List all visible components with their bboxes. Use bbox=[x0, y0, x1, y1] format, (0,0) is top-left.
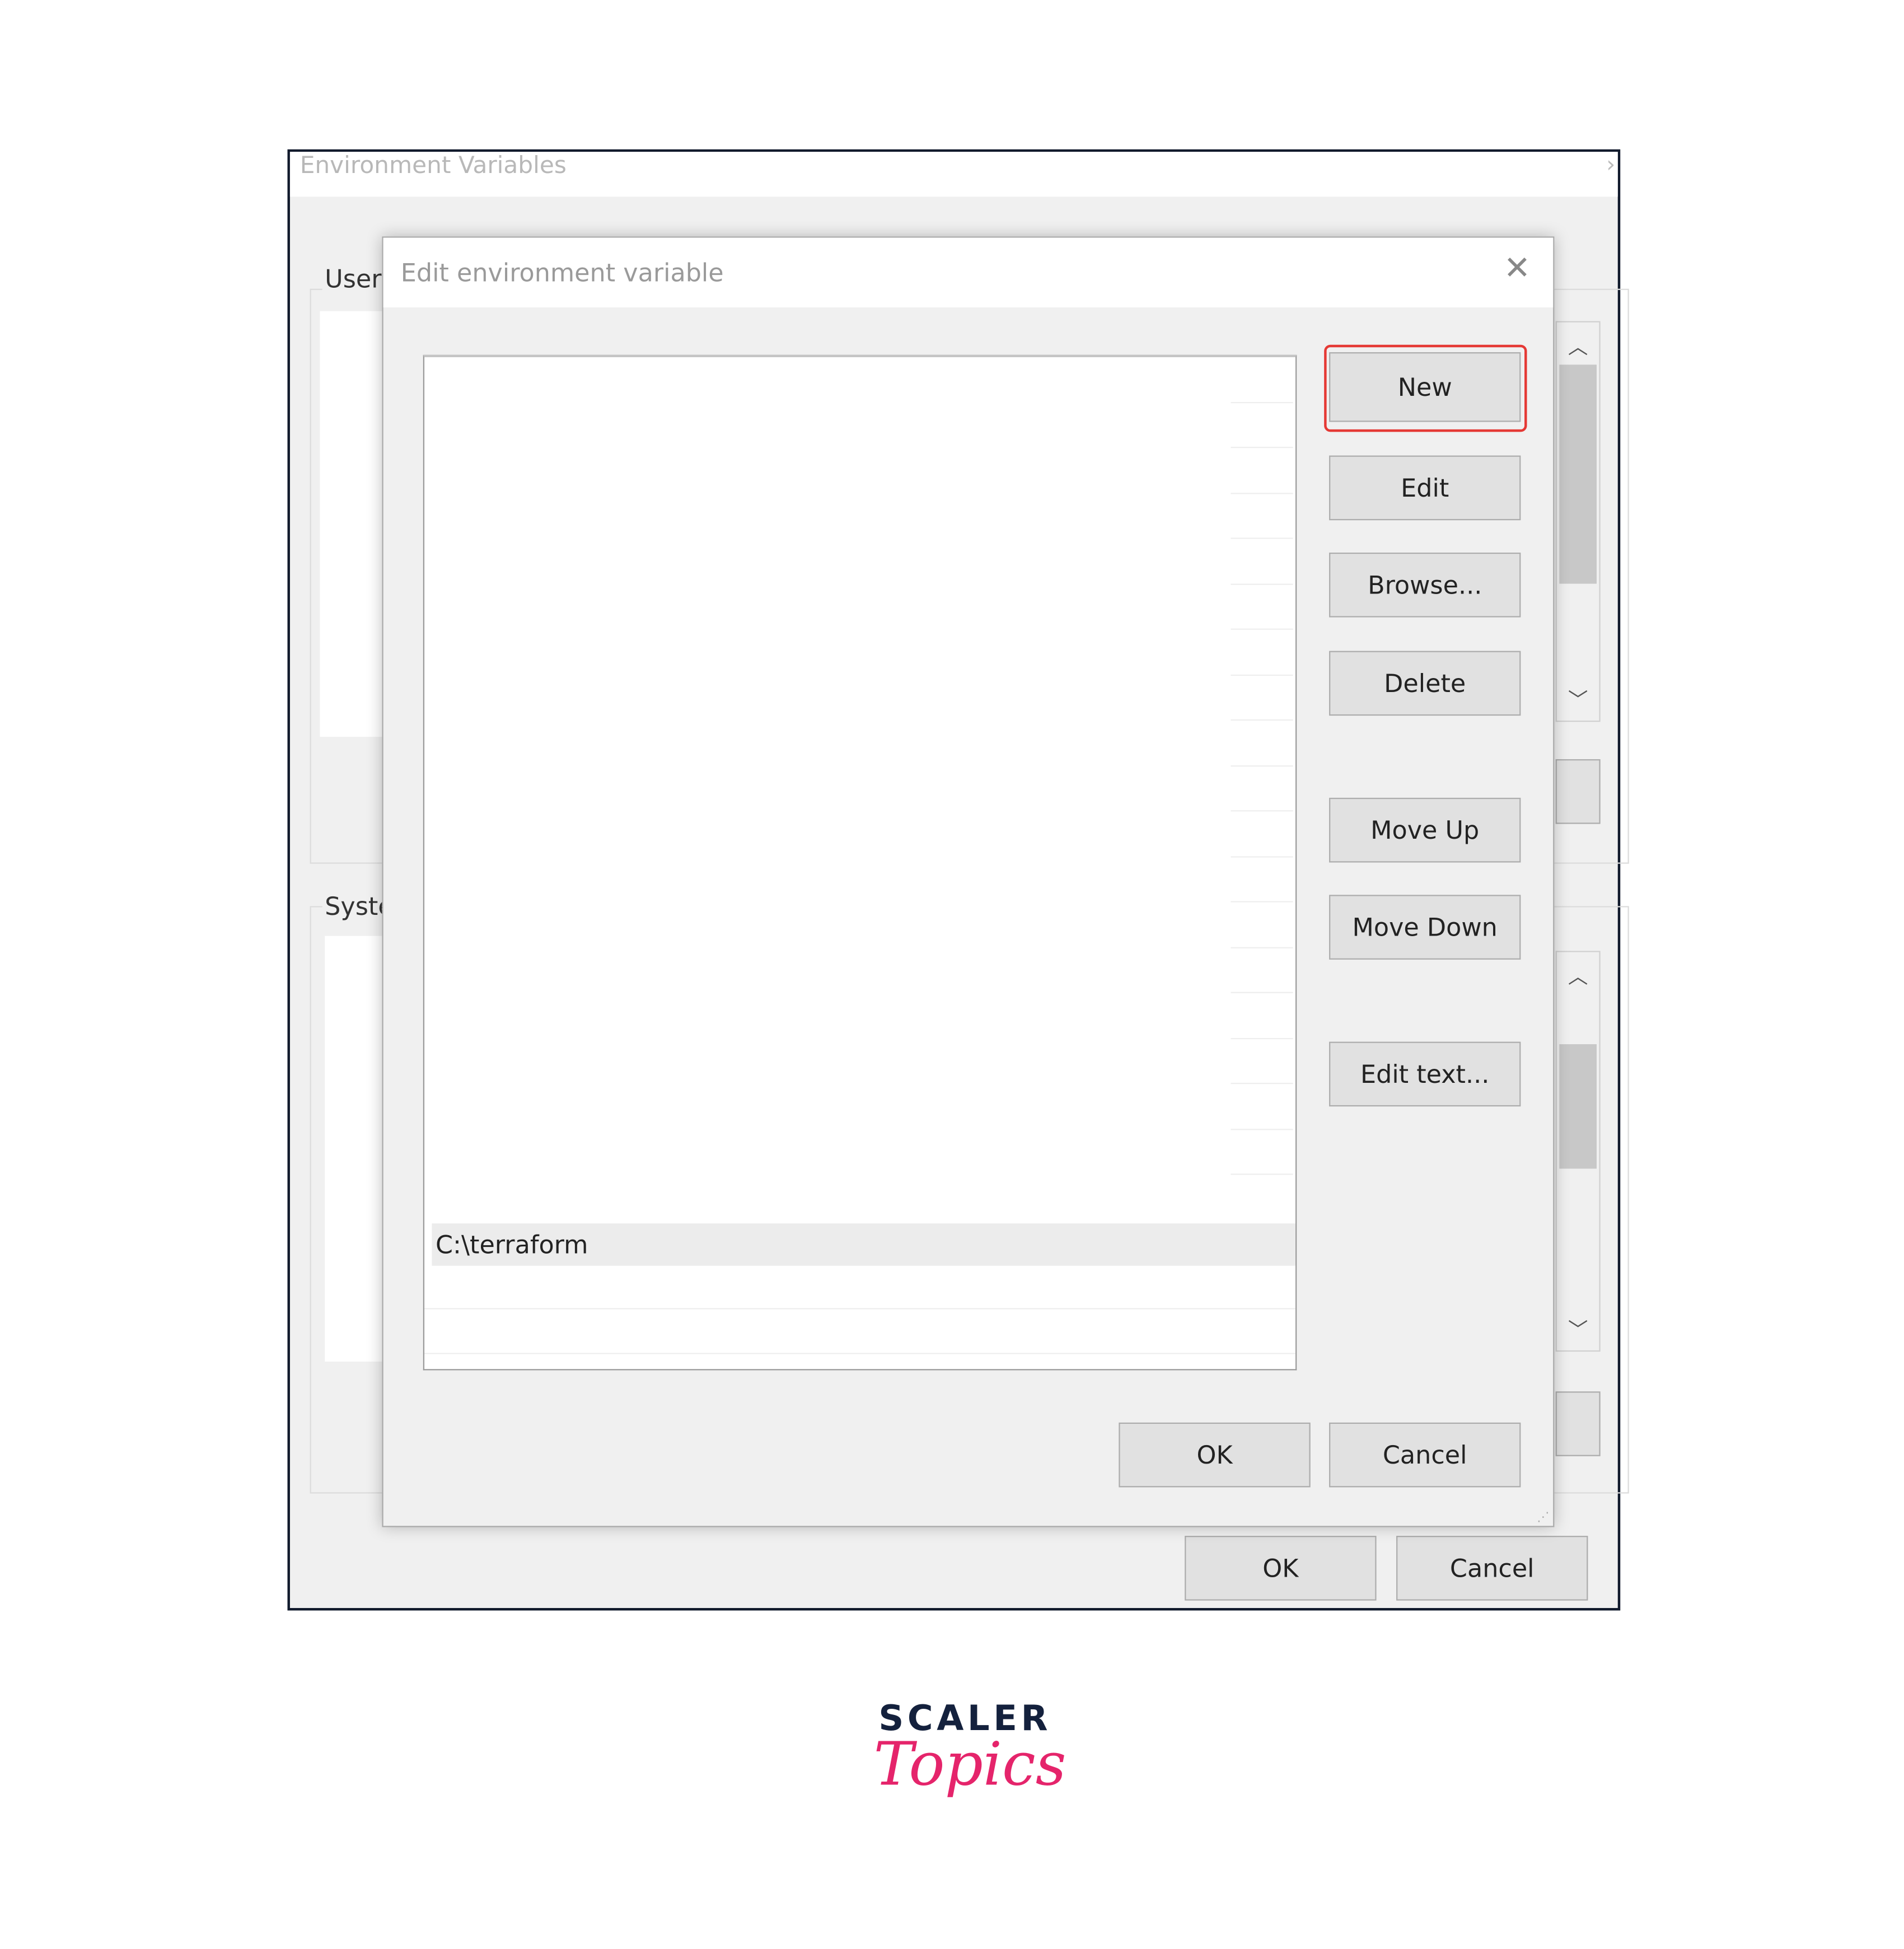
scroll-up-icon[interactable]: ︿ bbox=[1557, 960, 1599, 989]
outer-title-bar: Environment Variables › bbox=[289, 152, 1618, 197]
system-group-button[interactable] bbox=[1555, 1391, 1601, 1456]
move-up-button[interactable]: Move Up bbox=[1329, 797, 1521, 863]
dialog-cancel-button[interactable]: Cancel bbox=[1329, 1422, 1521, 1488]
scroll-down-icon[interactable]: ﹀ bbox=[1557, 683, 1599, 713]
outer-ok-button[interactable]: OK bbox=[1185, 1536, 1377, 1601]
scroll-up-icon[interactable]: ︿ bbox=[1557, 330, 1599, 359]
new-button[interactable]: New bbox=[1329, 352, 1521, 422]
dialog-ok-button[interactable]: OK bbox=[1119, 1422, 1311, 1488]
close-icon[interactable]: ✕ bbox=[1504, 250, 1531, 288]
system-list-scrollbar[interactable]: ︿ ﹀ bbox=[1555, 951, 1601, 1352]
scroll-thumb[interactable] bbox=[1559, 364, 1597, 584]
user-list-scrollbar[interactable]: ︿ ﹀ bbox=[1555, 321, 1601, 722]
edit-button[interactable]: Edit bbox=[1329, 455, 1521, 521]
scroll-down-icon[interactable]: ﹀ bbox=[1557, 1313, 1599, 1343]
delete-button[interactable]: Delete bbox=[1329, 651, 1521, 716]
path-entries-list[interactable]: C:\terraform bbox=[423, 354, 1297, 1371]
scroll-thumb[interactable] bbox=[1559, 1044, 1597, 1169]
scaler-topics-logo: SCALER Topics bbox=[871, 1698, 1066, 1847]
user-group-label: User bbox=[322, 264, 384, 294]
browse-button[interactable]: Browse... bbox=[1329, 552, 1521, 618]
dialog-title: Edit environment variable bbox=[400, 258, 724, 288]
move-down-button[interactable]: Move Down bbox=[1329, 895, 1521, 960]
edit-text-button[interactable]: Edit text... bbox=[1329, 1041, 1521, 1107]
outer-cancel-button[interactable]: Cancel bbox=[1396, 1536, 1588, 1601]
outer-window-title: Environment Variables bbox=[300, 152, 567, 180]
resize-grip-icon[interactable]: ⋰ bbox=[1537, 1511, 1549, 1525]
user-group-button[interactable] bbox=[1555, 759, 1601, 824]
outer-close-icon[interactable]: › bbox=[1606, 152, 1615, 178]
dialog-title-bar: Edit environment variable ✕ bbox=[383, 237, 1554, 308]
edit-environment-variable-dialog: Edit environment variable ✕ C:\terraform… bbox=[382, 236, 1555, 1527]
logo-topics: Topics bbox=[873, 1730, 1066, 1800]
list-item-selected[interactable]: C:\terraform bbox=[432, 1223, 1296, 1266]
